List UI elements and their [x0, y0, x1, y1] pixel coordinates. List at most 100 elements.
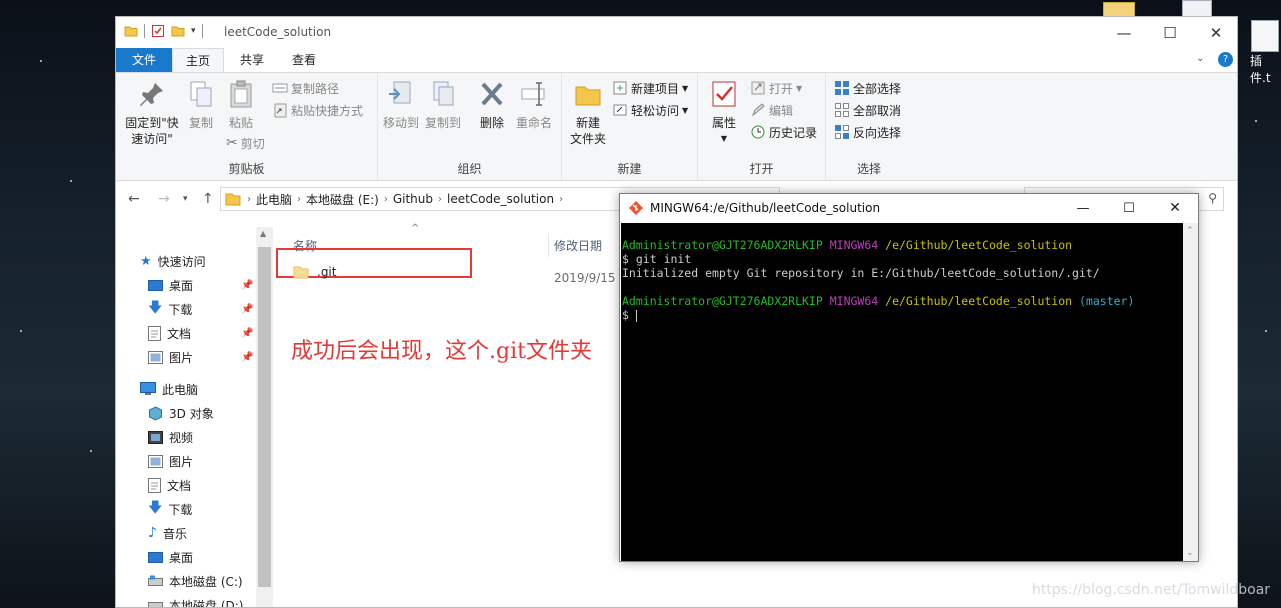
nav-qa-desktop[interactable]: 桌面 — [148, 274, 193, 296]
delete-button[interactable]: 删除 — [476, 79, 508, 131]
nav-downloads[interactable]: 🡇 下载 — [148, 498, 192, 520]
list-item[interactable]: .git — [293, 265, 336, 279]
scroll-down-icon[interactable]: ⌄ — [1186, 548, 1194, 558]
forward-arrow-icon[interactable]: → — [158, 191, 170, 207]
qat-dropdown-icon[interactable]: ▾ — [191, 26, 196, 36]
column-header-date[interactable]: 修改日期 — [554, 237, 602, 254]
tab-share[interactable]: 共享 — [226, 48, 278, 72]
move-to-label: 移动到 — [382, 116, 419, 130]
paste-button[interactable]: 粘贴 — [224, 79, 258, 131]
delete-label: 删除 — [479, 116, 504, 130]
music-icon: ♪ — [148, 525, 157, 541]
terminal-input-line[interactable]: $ — [621, 308, 1184, 322]
desktop-icon — [148, 279, 163, 291]
open-group-label: 打开 — [749, 162, 774, 176]
terminal-output[interactable]: Administrator@GJT276ADX2RLKIP MINGW64 /e… — [621, 223, 1184, 561]
delete-icon — [481, 82, 503, 106]
select-all-label: 全部选择 — [853, 81, 902, 96]
breadcrumb-drive-e[interactable]: 本地磁盘 (E:) — [301, 191, 384, 208]
search-icon[interactable]: ⚲ — [1208, 191, 1217, 205]
nav-3d-objects[interactable]: 3D 对象 — [148, 402, 214, 424]
back-arrow-icon[interactable]: ← — [128, 191, 140, 207]
scroll-up-icon[interactable]: ▲ — [260, 229, 266, 238]
cut-label: 剪切 — [240, 136, 265, 151]
up-arrow-icon[interactable]: ↑ — [202, 191, 214, 207]
desktop-icon-label: 插件.t — [1250, 54, 1271, 85]
open-button[interactable]: 打开 ▼ — [750, 78, 802, 98]
nav-qa-pictures[interactable]: 图片 — [148, 346, 193, 368]
cube-3d-icon — [149, 405, 162, 421]
nav-videos[interactable]: 视频 — [148, 426, 193, 448]
new-folder-large-icon — [575, 86, 601, 106]
terminal-output-line: Initialized empty Git repository in E:/G… — [622, 266, 1100, 280]
new-folder-icon[interactable] — [171, 24, 185, 38]
nav-item-label: 图片 — [169, 454, 194, 469]
paste-shortcut-label: 粘贴快捷方式 — [291, 103, 364, 118]
breadcrumb-leetcode-solution[interactable]: leetCode_solution — [442, 192, 559, 206]
terminal-command-line: $ git init — [621, 252, 1184, 266]
drive-icon — [148, 602, 163, 607]
nav-music[interactable]: ♪ 音乐 — [148, 522, 187, 544]
open-icon — [751, 81, 765, 95]
edit-button[interactable]: 编辑 — [750, 100, 793, 120]
select-all-button[interactable]: 全部选择 — [834, 78, 901, 98]
properties-dropdown-icon: ▼ — [720, 134, 728, 143]
invert-selection-button[interactable]: 反向选择 — [834, 122, 901, 142]
tab-home[interactable]: 主页 — [172, 48, 224, 72]
properties-button[interactable]: 属性 ▼ — [706, 79, 742, 147]
nav-this-pc[interactable]: 此电脑 — [140, 378, 198, 400]
nav-scrollbar-thumb[interactable] — [258, 247, 271, 587]
scroll-up-icon[interactable]: ⌃ — [1186, 226, 1194, 236]
recent-locations-chevron-icon[interactable]: ▾ — [183, 194, 188, 204]
paste-shortcut-button[interactable]: 粘贴快捷方式 — [272, 100, 363, 120]
copy-to-button[interactable]: 复制到 — [424, 79, 462, 131]
nav-pictures[interactable]: 图片 — [148, 450, 193, 472]
easy-access-button[interactable]: 轻松访问 ▼ — [612, 100, 688, 120]
move-to-button[interactable]: 移动到 — [382, 79, 420, 131]
nav-qa-downloads[interactable]: 🡇 下载 — [148, 298, 192, 320]
desktop-plugin-icon[interactable] — [1251, 20, 1279, 52]
terminal-cursor — [635, 309, 637, 322]
rename-button[interactable]: 重命名 — [514, 79, 554, 131]
maximize-button[interactable]: ☐ — [1147, 17, 1193, 48]
select-all-icon — [835, 81, 849, 95]
nav-scrollbar[interactable]: ▲ — [256, 227, 273, 607]
pin-icon: 📌 — [241, 304, 254, 315]
terminal-close-button[interactable]: ✕ — [1152, 194, 1198, 223]
help-icon[interactable]: ? — [1218, 52, 1233, 67]
breadcrumb-github[interactable]: Github — [388, 192, 438, 206]
cut-button[interactable]: ✂ 剪切 — [226, 133, 265, 153]
breadcrumb-this-pc[interactable]: 此电脑 — [251, 191, 297, 208]
select-none-icon — [835, 103, 849, 117]
tab-view[interactable]: 查看 — [278, 48, 330, 72]
edit-icon — [751, 103, 765, 117]
terminal-maximize-button[interactable]: ☐ — [1106, 194, 1152, 223]
nav-quick-access[interactable]: ★ 快速访问 — [140, 250, 206, 272]
select-none-button[interactable]: 全部取消 — [834, 100, 901, 120]
copy-path-icon — [272, 83, 288, 93]
tab-file[interactable]: 文件 — [116, 48, 172, 72]
nav-qa-documents[interactable]: 文档 — [148, 322, 191, 344]
new-folder-button[interactable]: 新建 文件夹 — [566, 79, 610, 147]
breadcrumb-separator[interactable]: › — [559, 194, 563, 205]
terminal-prompt-symbol: $ — [622, 252, 629, 266]
copy-path-button[interactable]: 复制路径 — [272, 78, 339, 98]
expand-ribbon-icon[interactable]: ⌄ — [1196, 53, 1204, 64]
new-item-button[interactable]: 新建项目 ▼ — [612, 78, 688, 98]
nav-documents[interactable]: 文档 — [148, 474, 191, 496]
properties-icon[interactable] — [151, 24, 165, 38]
pin-quick-access-button[interactable]: 固定到"快 速访问" — [122, 79, 182, 147]
terminal-scrollbar[interactable]: ⌃ ⌄ — [1183, 223, 1198, 561]
terminal-minimize-button[interactable]: — — [1060, 194, 1106, 223]
minimize-button[interactable]: — — [1101, 17, 1147, 48]
close-button[interactable]: ✕ — [1193, 17, 1237, 48]
move-to-icon — [389, 81, 411, 104]
nav-drive-d[interactable]: 本地磁盘 (D:) — [148, 594, 243, 607]
copy-button[interactable]: 复制 — [184, 79, 218, 131]
column-divider[interactable] — [548, 233, 549, 257]
explorer-titlebar: ▾ leetCode_solution — ☐ ✕ — [116, 17, 1237, 48]
nav-drive-c[interactable]: 本地磁盘 (C:) — [148, 570, 243, 592]
nav-desktop[interactable]: 桌面 — [148, 546, 193, 568]
address-folder-icon — [225, 193, 241, 206]
history-button[interactable]: 历史记录 — [750, 122, 817, 142]
